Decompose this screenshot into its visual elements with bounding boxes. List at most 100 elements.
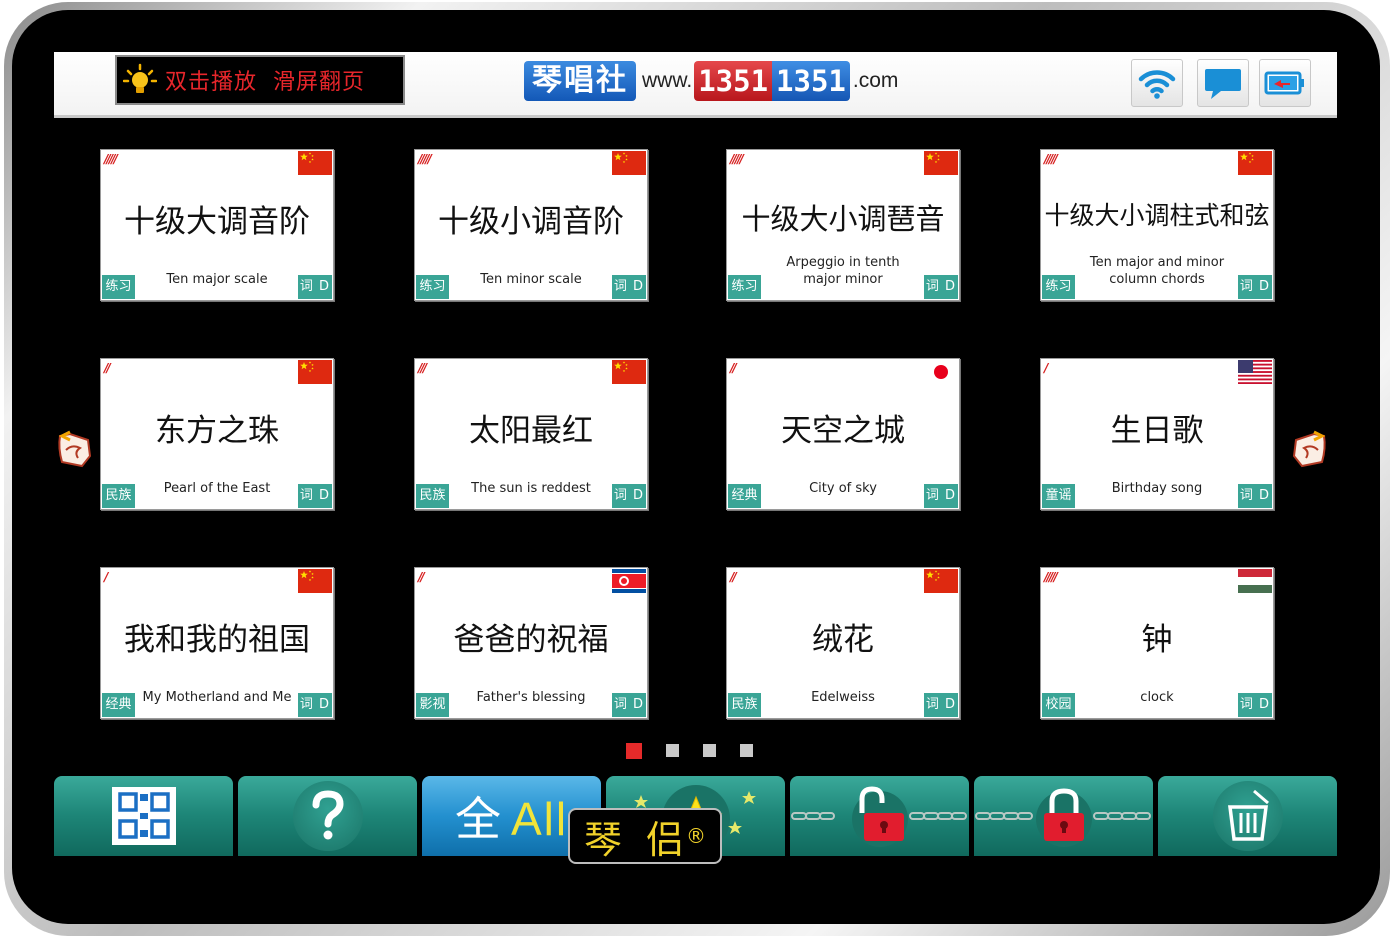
lyrics-button[interactable]: 词 D [1238, 275, 1272, 299]
song-title: 绒花 [812, 622, 874, 658]
difficulty-level: / [104, 570, 109, 584]
song-subtitle: Ten major and minor column chords [1089, 255, 1225, 287]
logo-number-blue: 1351 [772, 61, 850, 101]
song-card[interactable]: // 东方之珠 Pearl of the East 民族 词 D [100, 358, 334, 510]
lyrics-button[interactable]: 词 D [298, 484, 332, 508]
all-label-en: All [510, 793, 569, 845]
song-subtitle: Arpeggio in tenth major minor [786, 255, 900, 287]
hand-left-icon [58, 430, 92, 468]
lyrics-button[interactable]: 词 D [612, 275, 646, 299]
hint-banner: 双击播放 滑屏翻页 [115, 55, 405, 105]
song-title: 十级小调音阶 [438, 204, 624, 240]
lyrics-button[interactable]: 词 D [1238, 484, 1272, 508]
wifi-button[interactable] [1131, 59, 1183, 107]
hint-text: 双击播放 滑屏翻页 [165, 70, 365, 95]
song-subtitle: Edelweiss [811, 690, 875, 705]
song-subtitle: Father's blessing [476, 690, 586, 705]
category-badge[interactable]: 练习 [102, 275, 135, 299]
song-card[interactable]: // 绒花 Edelweiss 民族 词 D [726, 567, 960, 719]
lyrics-button[interactable]: 词 D [298, 275, 332, 299]
page-dot[interactable] [740, 744, 753, 757]
song-card[interactable]: ///// 钟 clock 校园 词 D [1040, 567, 1274, 719]
category-badge[interactable]: 经典 [102, 693, 135, 717]
qr-code-button[interactable] [54, 776, 233, 856]
song-card[interactable]: /// 太阳最红 The sun is reddest 民族 词 D [414, 358, 648, 510]
song-subtitle: City of sky [809, 481, 877, 496]
lyrics-button[interactable]: 词 D [612, 484, 646, 508]
category-badge[interactable]: 民族 [728, 693, 761, 717]
trash-button[interactable] [1158, 776, 1337, 856]
difficulty-level: ///// [418, 152, 432, 166]
song-card[interactable]: // 天空之城 City of sky 经典 词 D [726, 358, 960, 510]
category-badge[interactable]: 练习 [728, 275, 761, 299]
lyrics-button[interactable]: 词 D [612, 693, 646, 717]
country-flag-icon [612, 360, 646, 384]
country-flag-icon [924, 360, 958, 384]
page-dot[interactable] [626, 743, 642, 759]
difficulty-level: ///// [730, 152, 744, 166]
song-title: 十级大小调琶音 [741, 202, 945, 236]
difficulty-level: ///// [104, 152, 118, 166]
lyrics-button[interactable]: 词 D [298, 693, 332, 717]
song-card[interactable]: // 爸爸的祝福 Father's blessing 影视 词 D [414, 567, 648, 719]
message-icon [1205, 69, 1241, 99]
battery-button[interactable] [1259, 59, 1311, 107]
trash-icon [1227, 789, 1269, 841]
difficulty-level: // [730, 570, 737, 584]
lyrics-button[interactable]: 词 D [924, 484, 958, 508]
country-flag-icon [298, 569, 332, 593]
song-title: 爸爸的祝福 [453, 622, 609, 658]
lyrics-button[interactable]: 词 D [1238, 693, 1272, 717]
song-subtitle: The sun is reddest [471, 481, 591, 496]
song-card[interactable]: ///// 十级大小调琶音 Arpeggio in tenth major mino… [726, 149, 960, 301]
difficulty-level: // [104, 361, 111, 375]
unlock-hard-button[interactable] [974, 776, 1153, 856]
country-flag-icon [1238, 569, 1272, 593]
page-dot[interactable] [666, 744, 679, 757]
battery-icon [1264, 71, 1304, 95]
difficulty-level: ///// [1044, 570, 1058, 584]
page-dot[interactable] [703, 744, 716, 757]
song-card[interactable]: ///// 十级小调音阶 Ten minor scale 练习 词 D [414, 149, 648, 301]
next-page-button[interactable] [1288, 426, 1328, 470]
category-badge[interactable]: 经典 [728, 484, 761, 508]
difficulty-level: // [418, 570, 425, 584]
help-button[interactable] [238, 776, 417, 856]
logo-text: 琴唱社 [524, 61, 636, 101]
country-flag-icon [924, 151, 958, 175]
category-badge[interactable]: 校园 [1042, 693, 1075, 717]
padlock-icon [1035, 788, 1092, 847]
hand-right-icon [1292, 430, 1326, 468]
difficulty-level: // [730, 361, 737, 375]
message-button[interactable] [1197, 59, 1249, 107]
qr-code-icon [111, 787, 176, 845]
category-badge[interactable]: 童谣 [1042, 484, 1075, 508]
song-subtitle: Ten minor scale [480, 272, 582, 287]
song-title: 钟 [1141, 622, 1173, 658]
all-label-cn: 全 [454, 792, 503, 846]
country-flag-icon [612, 151, 646, 175]
song-title: 天空之城 [781, 413, 905, 449]
app-screen: 双击播放 滑屏翻页 琴唱社 www. 1351 1351 .com ///// … [54, 52, 1337, 856]
song-card[interactable]: / 我和我的祖国 My Motherland and Me 经典 词 D [100, 567, 334, 719]
brand-badge: 琴 侣 ® [568, 808, 722, 864]
lyrics-button[interactable]: 词 D [924, 693, 958, 717]
logo-number-red: 1351 [694, 61, 773, 101]
pagination-dots [626, 743, 753, 759]
song-subtitle: clock [1140, 690, 1174, 705]
category-badge[interactable]: 民族 [416, 484, 449, 508]
song-card[interactable]: / 生日歌 Birthday song 童谣 词 D [1040, 358, 1274, 510]
category-badge[interactable]: 民族 [102, 484, 135, 508]
song-card[interactable]: ///// 十级大调音阶 Ten major scale 练习 词 D [100, 149, 334, 301]
unlock-easy-button[interactable] [790, 776, 969, 856]
brand-mark: ® [686, 824, 707, 848]
difficulty-level: /// [418, 361, 427, 375]
category-badge[interactable]: 练习 [1042, 275, 1075, 299]
category-badge[interactable]: 练习 [416, 275, 449, 299]
prev-page-button[interactable] [56, 426, 96, 470]
song-card[interactable]: ///// 十级大小调柱式和弦 Ten major and minor column… [1040, 149, 1274, 301]
song-title: 十级大调音阶 [124, 204, 310, 240]
category-badge[interactable]: 影视 [416, 693, 449, 717]
lyrics-button[interactable]: 词 D [924, 275, 958, 299]
country-flag-icon [612, 569, 646, 593]
